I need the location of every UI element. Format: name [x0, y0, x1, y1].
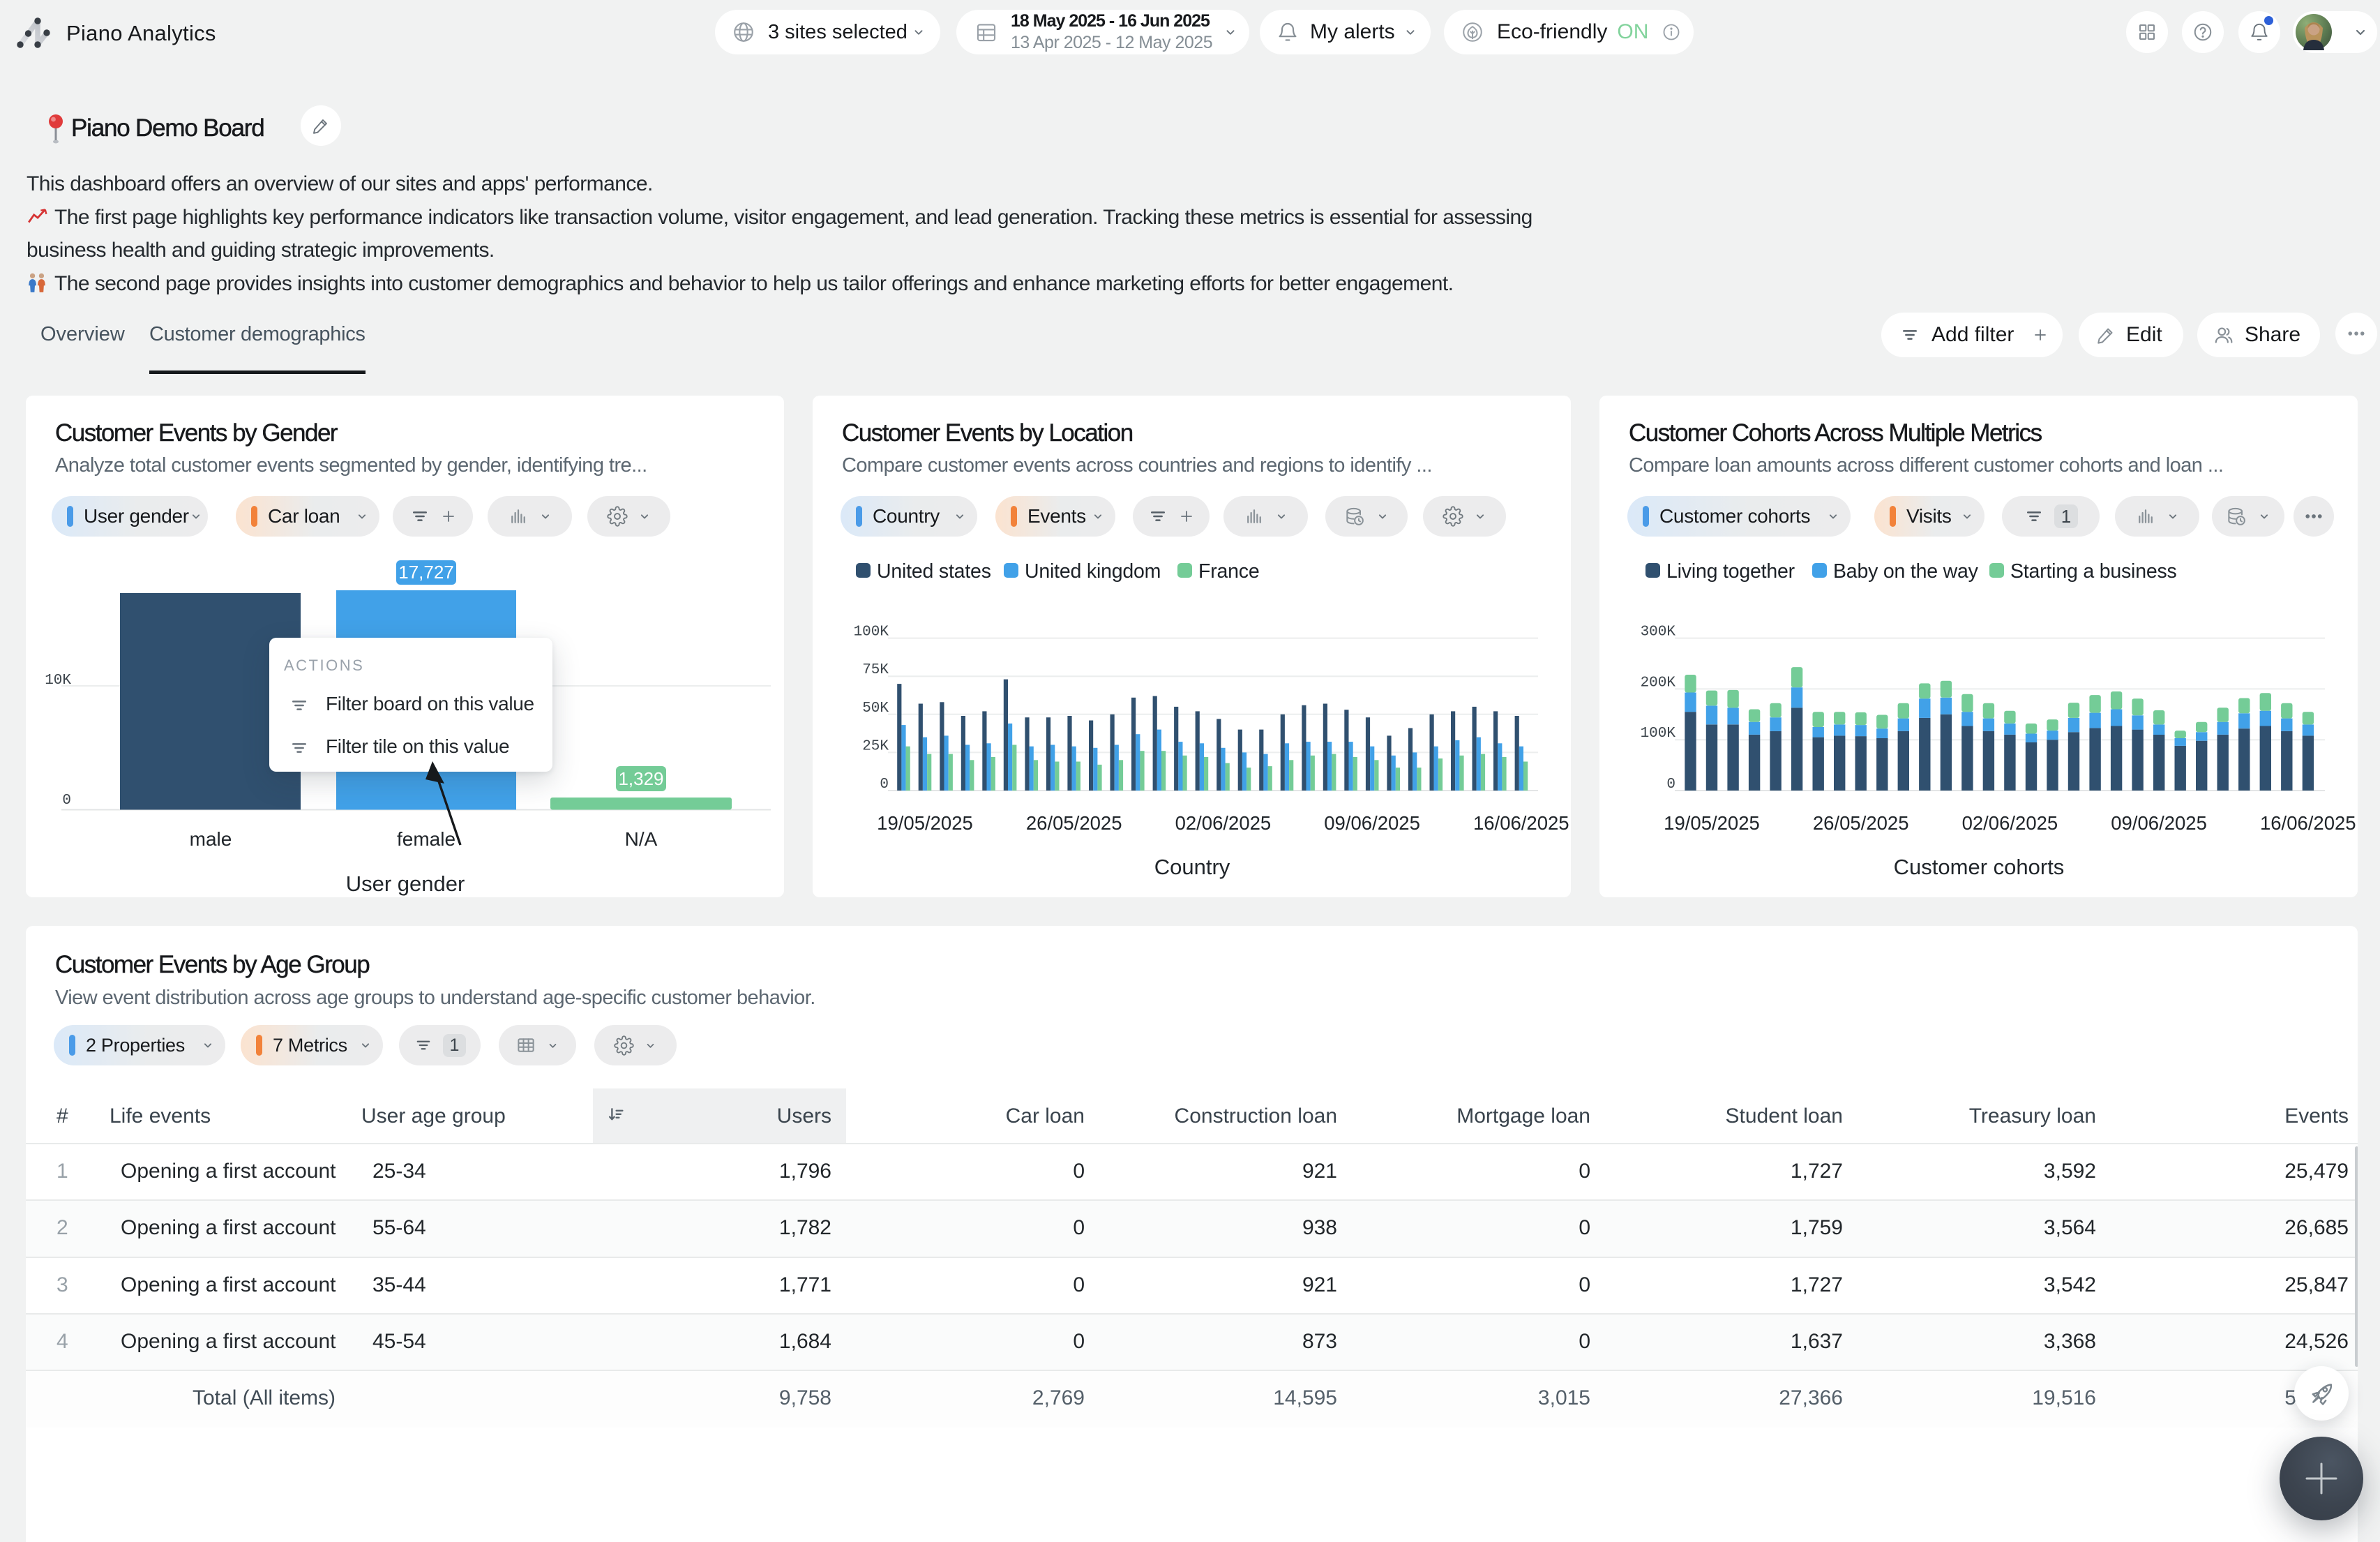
svg-text:1,329: 1,329: [618, 768, 663, 789]
svg-text:0: 0: [62, 793, 71, 809]
svg-text:0: 0: [1666, 777, 1675, 793]
svg-text:0: 0: [880, 777, 889, 793]
svg-text:16/06/2025: 16/06/2025: [1473, 812, 1569, 834]
svg-text:17,727: 17,727: [398, 562, 454, 583]
svg-text:50K: 50K: [862, 701, 889, 717]
svg-text:09/06/2025: 09/06/2025: [1324, 812, 1420, 834]
svg-text:100K: 100K: [854, 624, 889, 641]
svg-text:200K: 200K: [1641, 675, 1676, 691]
svg-text:02/06/2025: 02/06/2025: [1962, 812, 2058, 834]
svg-text:19/05/2025: 19/05/2025: [877, 812, 973, 834]
svg-text:10K: 10K: [45, 673, 71, 689]
svg-text:100K: 100K: [1641, 726, 1676, 742]
svg-text:19/05/2025: 19/05/2025: [1664, 812, 1760, 834]
svg-text:Country: Country: [1154, 855, 1230, 879]
svg-text:75K: 75K: [862, 662, 889, 678]
svg-text:25K: 25K: [862, 738, 889, 754]
svg-text:09/06/2025: 09/06/2025: [2111, 812, 2207, 834]
svg-text:02/06/2025: 02/06/2025: [1175, 812, 1272, 834]
svg-text:Customer cohorts: Customer cohorts: [1894, 855, 2065, 879]
svg-text:N/A: N/A: [625, 828, 658, 850]
svg-text:User gender: User gender: [346, 871, 465, 896]
svg-text:300K: 300K: [1641, 624, 1676, 641]
svg-text:16/06/2025: 16/06/2025: [2260, 812, 2356, 834]
svg-text:male: male: [190, 828, 232, 850]
svg-text:26/05/2025: 26/05/2025: [1026, 812, 1122, 834]
svg-text:26/05/2025: 26/05/2025: [1813, 812, 1909, 834]
